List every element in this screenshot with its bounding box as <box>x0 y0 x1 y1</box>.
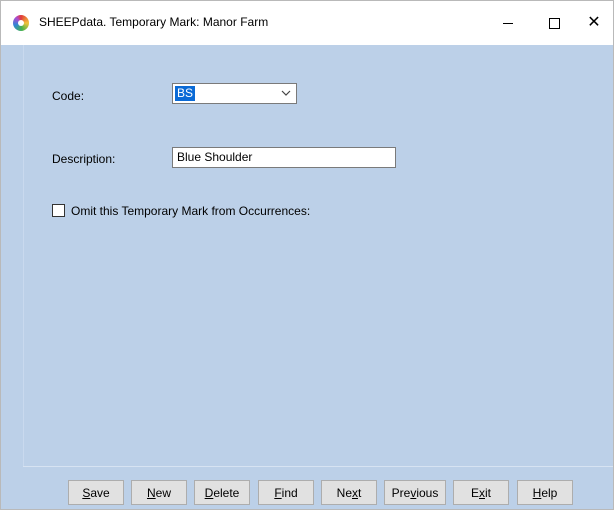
help-label-rest: elp <box>541 485 558 500</box>
find-button[interactable]: Find <box>258 480 314 505</box>
find-label-rest: ind <box>281 485 298 500</box>
code-selected-value: BS <box>175 86 196 101</box>
exit-label-pre: E <box>470 485 479 500</box>
exit-button[interactable]: Ex it <box>453 480 509 505</box>
exit-label-rest: it <box>485 485 491 500</box>
maximize-icon <box>548 17 560 29</box>
new-label-rest: ew <box>155 485 171 500</box>
chevron-down-icon <box>281 90 291 96</box>
previous-label-pre: Pre <box>391 485 411 500</box>
previous-label-rest: ious <box>416 485 439 500</box>
sheepdata-app-icon[interactable] <box>13 15 29 31</box>
description-label: Description: <box>52 152 116 166</box>
code-label: Code: <box>52 89 85 103</box>
minimize-icon <box>503 22 513 24</box>
delete-button[interactable]: Delete <box>194 480 250 505</box>
title-bar[interactable]: SHEEPdata. Temporary Mark: Manor Farm ✕ <box>1 1 613 45</box>
omit-checkbox[interactable] <box>52 204 65 217</box>
code-dropdown[interactable]: BS <box>172 83 297 104</box>
omit-label[interactable]: Omit this Temporary Mark from Occurrence… <box>71 204 310 218</box>
delete-hotkey: D <box>204 485 214 500</box>
help-hotkey: H <box>532 485 542 500</box>
close-button[interactable]: ✕ <box>571 1 613 45</box>
new-button[interactable]: New <box>131 480 187 505</box>
previous-button[interactable]: Pre v ious <box>384 480 446 505</box>
window-title: SHEEPdata. Temporary Mark: Manor Farm <box>39 15 269 29</box>
help-button[interactable]: Help <box>517 480 573 505</box>
client-left-edge <box>23 45 24 467</box>
close-icon: ✕ <box>587 14 601 31</box>
new-hotkey: N <box>146 485 156 500</box>
save-hotkey: S <box>82 485 91 500</box>
delete-label-rest: elete <box>213 485 240 500</box>
save-button[interactable]: Save <box>68 480 124 505</box>
client-bottom-edge <box>23 466 613 467</box>
save-label-rest: ave <box>90 485 110 500</box>
next-button[interactable]: Ne x t <box>321 480 377 505</box>
minimize-button[interactable] <box>485 1 531 45</box>
find-hotkey: F <box>274 485 282 500</box>
next-label-rest: t <box>358 485 362 500</box>
app-window: SHEEPdata. Temporary Mark: Manor Farm ✕ … <box>0 0 614 510</box>
next-label-pre: Ne <box>336 485 352 500</box>
description-field[interactable]: Blue Shoulder <box>172 147 396 168</box>
